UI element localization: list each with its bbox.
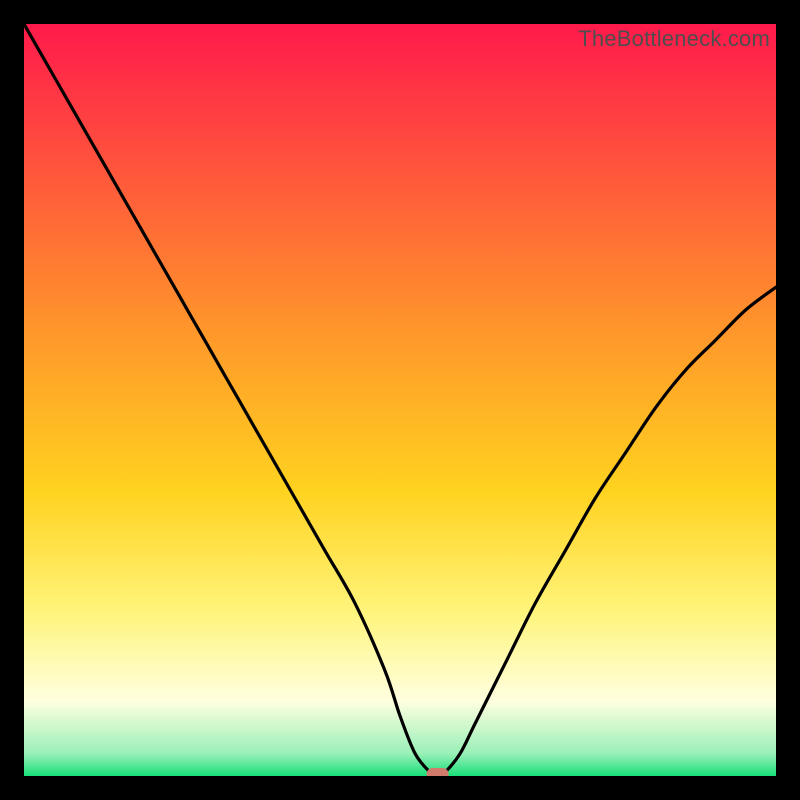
plot-area: TheBottleneck.com bbox=[24, 24, 776, 776]
watermark-text: TheBottleneck.com bbox=[578, 26, 770, 52]
bottleneck-chart bbox=[24, 24, 776, 776]
chart-frame: TheBottleneck.com bbox=[0, 0, 800, 800]
optimum-marker bbox=[427, 768, 449, 776]
